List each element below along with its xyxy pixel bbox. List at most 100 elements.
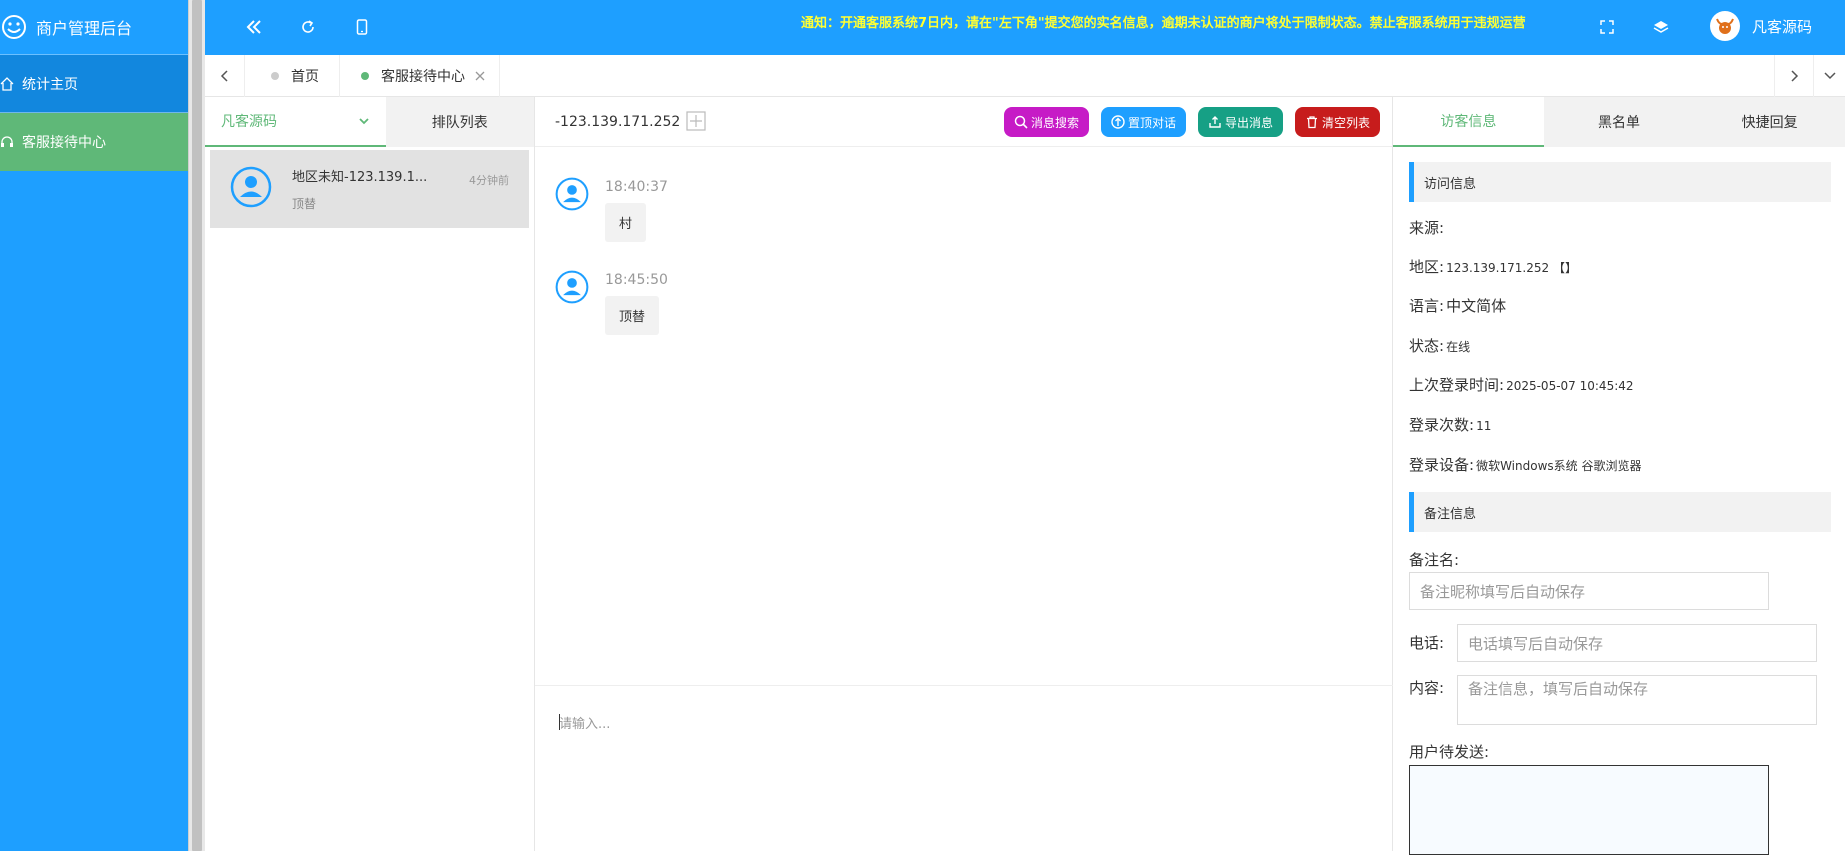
sidebar-item-service-center[interactable]: 客服接待中心 xyxy=(0,113,188,171)
mobile-view-button[interactable] xyxy=(349,14,375,40)
tabs-scroll-right-button[interactable] xyxy=(1774,55,1814,97)
visitor-avatar-icon xyxy=(555,177,589,242)
top-header: 通知：开通客服系统7日内，请在"左下角"提交您的实名信息，逾期未认证的商户将处于… xyxy=(205,0,1845,55)
message-bubble: 村 xyxy=(605,203,647,242)
tab-service-center[interactable]: 客服接待中心 xyxy=(341,55,500,97)
collapse-sidebar-button[interactable] xyxy=(241,14,267,40)
note-name-field[interactable]: 备注昵称填写后自动保存 xyxy=(1409,572,1769,610)
theme-button[interactable] xyxy=(1648,14,1674,40)
visitor-time: 4分钟前 xyxy=(469,174,509,187)
content-label: 内容: xyxy=(1409,679,1445,697)
visitor-list-panel: 凡客源码 排队列表 地区未知-123.139.1... 顶替 4分钟前 xyxy=(205,97,535,851)
notice-marquee: 通知：开通客服系统7日内，请在"左下角"提交您的实名信息，逾期未认证的商户将处于… xyxy=(801,16,1526,31)
chevron-left-icon xyxy=(220,69,230,83)
tab-group-select[interactable]: 凡客源码 xyxy=(205,97,386,147)
double-chevron-left-icon xyxy=(245,19,263,35)
arrow-up-circle-icon xyxy=(1111,115,1125,129)
tabs-menu-button[interactable] xyxy=(1814,55,1845,97)
chat-panel: -123.139.171.252 消息搜索 置顶对话 导出消息 清空列表 18:… xyxy=(535,97,1393,851)
refresh-icon xyxy=(300,19,316,35)
add-icon[interactable] xyxy=(686,111,706,131)
info-value: 中文简体 xyxy=(1446,297,1507,315)
refresh-button[interactable] xyxy=(295,14,321,40)
info-value: 在线 xyxy=(1446,340,1471,354)
info-label: 登录次数: xyxy=(1409,416,1475,434)
app-logo: 商户管理后台 xyxy=(0,0,188,55)
info-label: 上次登录时间: xyxy=(1409,376,1505,394)
user-menu[interactable]: 凡客源码 xyxy=(1710,11,1812,41)
export-messages-button[interactable]: 导出消息 xyxy=(1198,107,1284,137)
app-title: 商户管理后台 xyxy=(36,19,133,38)
phone-field[interactable]: 电话填写后自动保存 xyxy=(1457,624,1817,662)
info-label: 登录设备: xyxy=(1409,456,1475,474)
fullscreen-icon xyxy=(1600,20,1614,34)
chat-header: -123.139.171.252 消息搜索 置顶对话 导出消息 清空列表 xyxy=(535,97,1392,147)
visitor-tabs: 凡客源码 排队列表 xyxy=(205,97,534,147)
button-label: 置顶对话 xyxy=(1128,115,1177,130)
headset-icon xyxy=(0,135,14,149)
message-time: 18:40:37 xyxy=(605,179,668,195)
close-icon[interactable] xyxy=(475,71,485,81)
sidebar-item-label: 统计主页 xyxy=(22,76,78,93)
scrollbar-thumb[interactable] xyxy=(192,0,202,851)
message-input[interactable]: 请输入... xyxy=(535,685,1393,851)
sidebar: 商户管理后台 统计主页 客服接待中心 xyxy=(0,0,188,851)
smiley-logo-icon xyxy=(0,13,28,41)
tab-queue-list[interactable]: 排队列表 xyxy=(385,97,534,147)
visitor-list-item[interactable]: 地区未知-123.139.1... 顶替 4分钟前 xyxy=(210,150,529,228)
tab-label: 首页 xyxy=(291,69,319,85)
visitor-info-panel: 访客信息 黑名单 快捷回复 访问信息 来源: 地区: 123.139.171.2… xyxy=(1393,97,1845,855)
tabs-scroll-left-button[interactable] xyxy=(205,55,245,97)
info-last-login: 上次登录时间: 2025-05-07 10:45:42 xyxy=(1409,374,1634,395)
message-search-button[interactable]: 消息搜索 xyxy=(1004,107,1090,137)
mobile-phone-icon xyxy=(356,19,368,35)
info-label: 地区: xyxy=(1409,258,1445,276)
button-label: 导出消息 xyxy=(1225,115,1274,130)
input-placeholder: 请输入... xyxy=(559,717,611,732)
tab-label: 排队列表 xyxy=(431,115,488,131)
info-value: 11 xyxy=(1476,419,1492,433)
sidebar-item-label: 客服接待中心 xyxy=(22,135,106,151)
note-name-label: 备注名: xyxy=(1409,551,1460,569)
search-icon xyxy=(1014,115,1028,129)
clear-list-button[interactable]: 清空列表 xyxy=(1295,107,1381,137)
info-device: 登录设备: 微软Windows系统 谷歌浏览器 xyxy=(1409,454,1641,475)
chat-visitor-ip: -123.139.171.252 xyxy=(555,114,681,130)
info-label: 来源: xyxy=(1409,219,1445,237)
tab-quick-reply[interactable]: 快捷回复 xyxy=(1694,97,1845,147)
info-label: 语言: xyxy=(1409,297,1445,315)
info-region: 地区: 123.139.171.252 【】 xyxy=(1409,256,1577,277)
chevron-down-icon xyxy=(1823,71,1837,81)
pending-send-box[interactable] xyxy=(1409,765,1769,855)
visitor-last-message: 顶替 xyxy=(292,197,317,211)
message-time: 18:45:50 xyxy=(605,272,668,288)
chat-message: 18:40:37 村 xyxy=(555,177,668,242)
tab-blacklist[interactable]: 黑名单 xyxy=(1543,97,1695,147)
user-name: 凡客源码 xyxy=(1752,17,1813,36)
bull-logo-icon xyxy=(1714,15,1736,37)
chat-message: 18:45:50 顶替 xyxy=(555,270,668,335)
chevron-down-icon xyxy=(358,117,370,125)
sidebar-scrollbar[interactable] xyxy=(188,0,205,851)
info-value: 123.139.171.252 【】 xyxy=(1446,261,1577,275)
trash-icon xyxy=(1305,115,1319,129)
info-source: 来源: xyxy=(1409,217,1446,238)
info-language: 语言: 中文简体 xyxy=(1409,295,1506,316)
tab-visitor-info[interactable]: 访客信息 xyxy=(1393,97,1544,147)
note-content-field[interactable]: 备注信息，填写后自动保存 xyxy=(1457,675,1817,725)
tab-home[interactable]: 首页 xyxy=(245,55,340,97)
sidebar-item-stats-home[interactable]: 统计主页 xyxy=(0,55,188,113)
visitor-avatar-icon xyxy=(555,270,589,335)
info-login-count: 登录次数: 11 xyxy=(1409,414,1491,435)
phone-label: 电话: xyxy=(1409,634,1445,652)
section-note-info: 备注信息 xyxy=(1409,492,1831,532)
layers-icon xyxy=(1653,19,1669,35)
pin-conversation-button[interactable]: 置顶对话 xyxy=(1101,107,1187,137)
info-status: 状态: 在线 xyxy=(1409,335,1470,356)
message-bubble: 顶替 xyxy=(605,296,660,335)
info-tabs: 访客信息 黑名单 快捷回复 xyxy=(1393,97,1845,147)
tab-dot xyxy=(271,72,279,80)
fullscreen-button[interactable] xyxy=(1594,14,1620,40)
user-avatar xyxy=(1710,11,1740,41)
page-tabs: 首页 客服接待中心 xyxy=(205,55,1845,97)
